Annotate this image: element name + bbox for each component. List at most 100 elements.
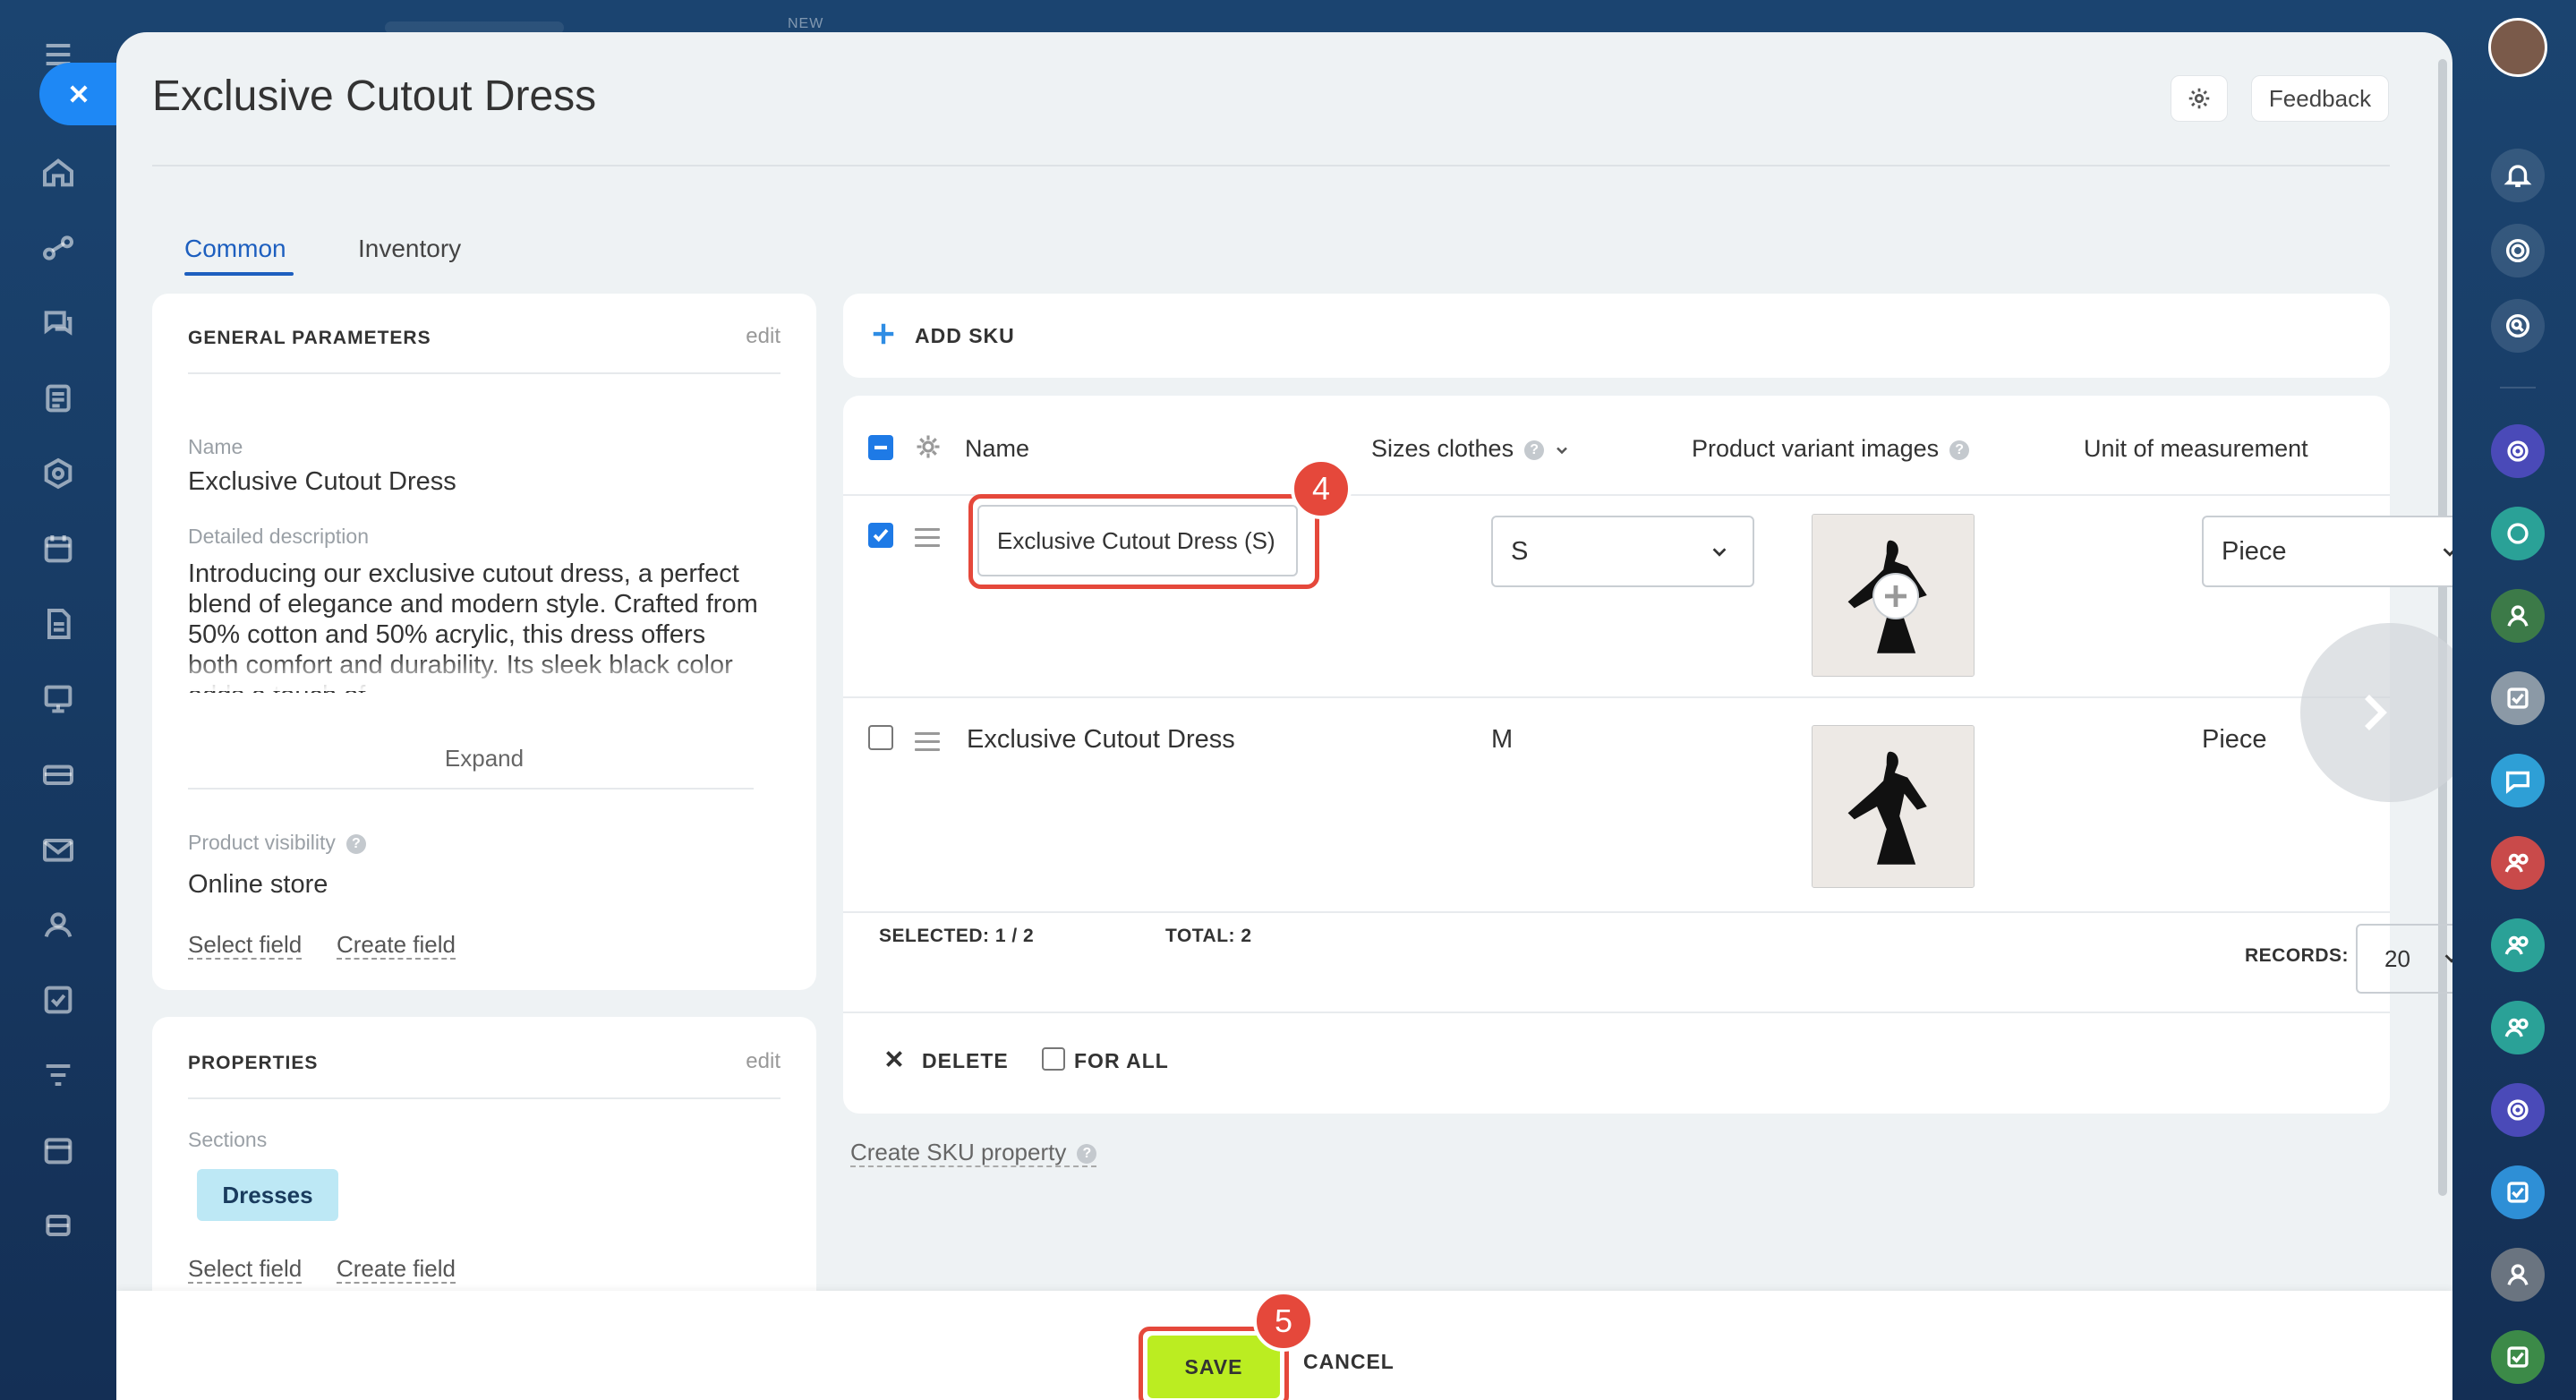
home-icon[interactable] bbox=[38, 152, 79, 193]
group-chat-3[interactable] bbox=[2491, 918, 2545, 972]
target-button[interactable] bbox=[2491, 224, 2545, 277]
variant-image[interactable] bbox=[1812, 725, 1975, 888]
hexagon-icon[interactable] bbox=[38, 453, 79, 494]
name-value[interactable]: Exclusive Cutout Dress bbox=[188, 467, 456, 497]
tasks-chat-3[interactable] bbox=[2491, 1330, 2545, 1384]
left-navigation-rail bbox=[0, 0, 129, 1400]
group-avatar-icon bbox=[2507, 523, 2529, 544]
card-divider bbox=[188, 788, 754, 790]
contacts-icon[interactable] bbox=[38, 904, 79, 945]
close-slider-button[interactable] bbox=[39, 63, 129, 125]
group-chat-2[interactable] bbox=[2491, 836, 2545, 890]
checklist-icon[interactable] bbox=[38, 979, 79, 1020]
select-field-link[interactable]: Select field bbox=[188, 1255, 303, 1284]
row-divider bbox=[843, 696, 2390, 698]
sku-name: Exclusive Cutout Dress bbox=[967, 725, 1235, 754]
column-header-sizes[interactable]: Sizes clothes? bbox=[1371, 435, 1571, 463]
tab-common[interactable]: Common bbox=[184, 235, 286, 263]
tasks-chat[interactable] bbox=[2491, 671, 2545, 725]
help-icon[interactable]: ? bbox=[345, 833, 366, 854]
create-field-link[interactable]: Create field bbox=[337, 931, 456, 960]
scroll-right-button[interactable] bbox=[2300, 623, 2452, 802]
column-header-name[interactable]: Name bbox=[965, 435, 1029, 463]
user-chat-2[interactable] bbox=[2491, 1248, 2545, 1302]
people-icon bbox=[2504, 853, 2529, 873]
row-checkbox[interactable] bbox=[868, 725, 893, 750]
chevron-down-icon bbox=[1712, 548, 1727, 557]
cancel-button[interactable]: CANCEL bbox=[1303, 1350, 1395, 1374]
tasks-icon[interactable] bbox=[38, 378, 79, 419]
schedule-icon[interactable] bbox=[38, 1130, 79, 1171]
chevron-down-icon bbox=[2444, 954, 2452, 963]
create-sku-property-link[interactable]: Create SKU property? bbox=[850, 1139, 1097, 1167]
panel-scrollbar[interactable] bbox=[2438, 59, 2447, 1196]
notifications-button[interactable] bbox=[2491, 149, 2545, 202]
for-all-label[interactable]: FOR ALL bbox=[1074, 1049, 1169, 1073]
properties-edit-link[interactable]: edit bbox=[746, 1049, 780, 1074]
group-chat-1[interactable] bbox=[2491, 507, 2545, 560]
step-badge: 5 bbox=[1253, 1291, 1314, 1352]
general-edit-link[interactable]: edit bbox=[746, 324, 780, 349]
add-image-button[interactable] bbox=[1872, 573, 1919, 619]
help-icon[interactable]: ? bbox=[1077, 1144, 1097, 1165]
column-header-images[interactable]: Product variant images? bbox=[1692, 435, 1970, 463]
check-icon bbox=[873, 528, 889, 542]
presentation-icon[interactable] bbox=[38, 679, 79, 720]
channel-icon bbox=[2507, 440, 2529, 462]
channel-icon bbox=[2507, 1099, 2529, 1121]
chat-icon[interactable] bbox=[38, 303, 79, 344]
unit-select[interactable]: Piece bbox=[2202, 516, 2452, 587]
select-field-link[interactable]: Select field bbox=[188, 931, 303, 960]
select-all-checkbox[interactable] bbox=[868, 435, 893, 460]
flow-icon[interactable] bbox=[38, 227, 79, 269]
help-icon[interactable]: ? bbox=[1949, 440, 1970, 460]
feedback-button[interactable]: Feedback bbox=[2251, 75, 2389, 122]
document-icon[interactable] bbox=[38, 603, 79, 645]
user-avatar[interactable] bbox=[2488, 18, 2547, 77]
delete-button[interactable]: DELETE bbox=[922, 1049, 1009, 1073]
records-per-page-select[interactable]: 20 bbox=[2356, 924, 2452, 994]
name-step-highlight bbox=[968, 494, 1319, 589]
size-select[interactable]: S bbox=[1491, 516, 1754, 587]
filter-icon[interactable] bbox=[38, 1054, 79, 1096]
column-settings-icon[interactable] bbox=[915, 433, 942, 460]
plus-icon bbox=[873, 323, 894, 345]
calendar-icon[interactable] bbox=[38, 528, 79, 569]
drag-handle-icon[interactable] bbox=[915, 528, 940, 552]
help-icon[interactable]: ? bbox=[1524, 440, 1545, 460]
chevron-down-icon bbox=[1557, 447, 1567, 455]
row-checkbox[interactable] bbox=[868, 523, 893, 548]
for-all-checkbox[interactable] bbox=[1042, 1047, 1065, 1071]
title-divider bbox=[152, 165, 2390, 166]
inbox-icon[interactable] bbox=[38, 754, 79, 795]
drag-handle-icon[interactable] bbox=[915, 732, 940, 756]
bell-icon bbox=[2503, 165, 2532, 188]
visibility-value[interactable]: Online store bbox=[188, 870, 328, 900]
user-chat-1[interactable] bbox=[2491, 589, 2545, 643]
mail-icon[interactable] bbox=[38, 829, 79, 870]
tab-inventory[interactable]: Inventory bbox=[358, 235, 461, 263]
add-sku-card[interactable]: ADD SKU bbox=[843, 294, 2390, 378]
name-label: Name bbox=[188, 435, 243, 458]
general-parameters-card: GENERAL PARAMETERS edit Name Exclusive C… bbox=[152, 294, 816, 990]
create-field-link[interactable]: Create field bbox=[337, 1255, 456, 1284]
chat-channel[interactable] bbox=[2491, 754, 2545, 807]
add-sku-button[interactable]: ADD SKU bbox=[915, 324, 1015, 348]
people-icon bbox=[2504, 1018, 2529, 1037]
column-header-unit[interactable]: Unit of measurement bbox=[2084, 435, 2308, 463]
tasks-chat-2[interactable] bbox=[2491, 1165, 2545, 1219]
open-line-2[interactable] bbox=[2491, 1083, 2545, 1137]
card-divider bbox=[188, 1097, 780, 1099]
close-icon[interactable] bbox=[883, 1047, 906, 1071]
settings-button[interactable] bbox=[2171, 75, 2228, 122]
check-square-icon bbox=[2507, 1182, 2529, 1203]
storage-icon[interactable] bbox=[38, 1205, 79, 1246]
section-tag[interactable]: Dresses bbox=[197, 1169, 338, 1221]
group-chat-4[interactable] bbox=[2491, 1001, 2545, 1054]
expand-button[interactable]: Expand bbox=[152, 745, 816, 773]
close-icon bbox=[70, 85, 88, 103]
open-line-1[interactable] bbox=[2491, 424, 2545, 478]
properties-heading: PROPERTIES bbox=[188, 1053, 319, 1073]
sections-label: Sections bbox=[188, 1128, 268, 1151]
search-chat-button[interactable] bbox=[2491, 299, 2545, 353]
